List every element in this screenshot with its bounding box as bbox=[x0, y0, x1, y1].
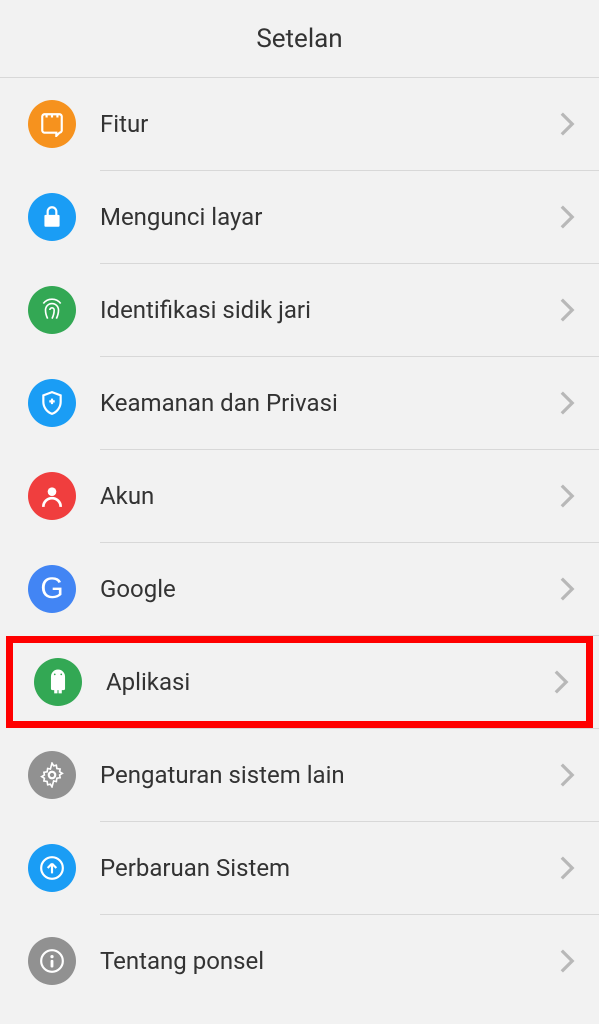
settings-list: Fitur Mengunci layar Identifikasi sidik … bbox=[0, 78, 599, 1007]
item-label: Fitur bbox=[100, 110, 559, 138]
account-icon bbox=[28, 472, 76, 520]
chevron-right-icon bbox=[559, 204, 575, 230]
item-label: Perbaruan Sistem bbox=[100, 854, 559, 882]
android-icon bbox=[34, 658, 82, 706]
list-item-sidik-jari[interactable]: Identifikasi sidik jari bbox=[0, 264, 599, 356]
feature-icon bbox=[28, 100, 76, 148]
item-label: Tentang ponsel bbox=[100, 947, 559, 975]
header: Setelan bbox=[0, 0, 599, 78]
chevron-right-icon bbox=[559, 111, 575, 137]
list-item-sistem-lain[interactable]: Pengaturan sistem lain bbox=[0, 729, 599, 821]
chevron-right-icon bbox=[559, 762, 575, 788]
list-item-tentang[interactable]: Tentang ponsel bbox=[0, 915, 599, 1007]
item-label: Identifikasi sidik jari bbox=[100, 296, 559, 324]
list-item-mengunci-layar[interactable]: Mengunci layar bbox=[0, 171, 599, 263]
info-icon bbox=[28, 937, 76, 985]
chevron-right-icon bbox=[559, 390, 575, 416]
shield-icon bbox=[28, 379, 76, 427]
list-item-fitur[interactable]: Fitur bbox=[0, 78, 599, 170]
list-item-keamanan[interactable]: Keamanan dan Privasi bbox=[0, 357, 599, 449]
chevron-right-icon bbox=[559, 855, 575, 881]
update-icon bbox=[28, 844, 76, 892]
fingerprint-icon bbox=[28, 286, 76, 334]
list-item-google[interactable]: G Google bbox=[0, 543, 599, 635]
chevron-right-icon bbox=[553, 669, 569, 695]
item-label: Mengunci layar bbox=[100, 203, 559, 231]
chevron-right-icon bbox=[559, 948, 575, 974]
chevron-right-icon bbox=[559, 297, 575, 323]
list-item-perbaruan[interactable]: Perbaruan Sistem bbox=[0, 822, 599, 914]
google-icon: G bbox=[28, 565, 76, 613]
gear-icon bbox=[28, 751, 76, 799]
item-label: Aplikasi bbox=[106, 668, 553, 696]
chevron-right-icon bbox=[559, 483, 575, 509]
item-label: Akun bbox=[100, 482, 559, 510]
item-label: Keamanan dan Privasi bbox=[100, 389, 559, 417]
item-label: Pengaturan sistem lain bbox=[100, 761, 559, 789]
item-label: Google bbox=[100, 575, 559, 603]
chevron-right-icon bbox=[559, 576, 575, 602]
lock-icon bbox=[28, 193, 76, 241]
list-item-aplikasi[interactable]: Aplikasi bbox=[6, 636, 593, 728]
list-item-akun[interactable]: Akun bbox=[0, 450, 599, 542]
page-title: Setelan bbox=[256, 24, 342, 54]
